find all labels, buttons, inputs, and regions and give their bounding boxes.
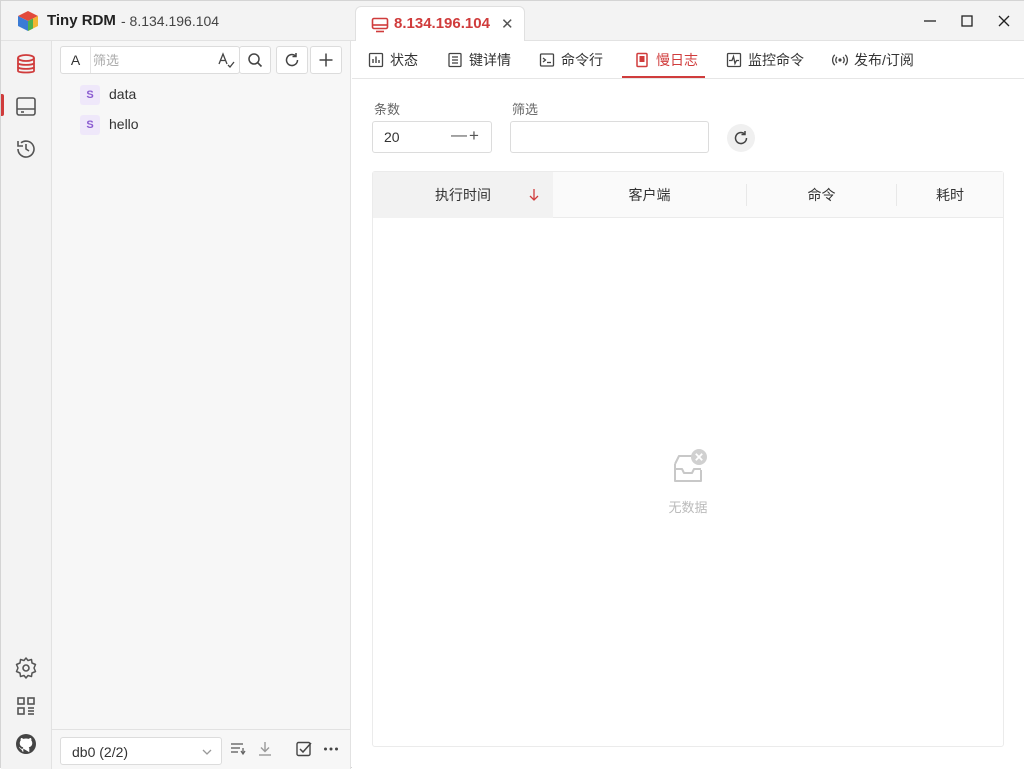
sort-list-icon[interactable] [229,740,247,758]
app-window: Tiny RDM - 8.134.196.104 8.134.196.104 ✕ [0,0,1024,769]
key-filter: A [60,46,240,74]
tab-cli-label: 命令行 [561,52,603,68]
sidebar-footer: db0 (2/2) [52,729,350,769]
server-list-icon[interactable] [13,94,39,120]
refresh-slowlog-button[interactable] [727,124,755,152]
string-type-badge: S [80,115,100,135]
tab-slow-log-label: 慢日志 [656,52,698,68]
database-icon[interactable] [13,52,39,78]
count-value: 20 [384,129,400,145]
tab-connection[interactable]: 8.134.196.104 ✕ [355,6,525,42]
app-connection-subtitle: - 8.134.196.104 [121,13,220,29]
key-name: data [109,86,137,102]
settings-icon[interactable] [13,655,39,681]
tab-pubsub[interactable]: 发布/订阅 [832,41,914,79]
increment-button[interactable]: + [469,126,479,146]
table-header: 执行时间 客户端 命令 耗时 [373,172,1003,218]
empty-state-text: 无数据 [668,500,708,515]
slowlog-table: 执行时间 客户端 命令 耗时 无数据 [372,171,1004,747]
column-label: 命令 [807,187,836,203]
reload-keys-button[interactable] [276,46,308,74]
refresh-icon [285,53,299,67]
key-filter-input[interactable] [93,50,213,70]
more-options-icon[interactable] [322,740,340,758]
maximize-icon[interactable] [955,9,979,33]
tab-status-label: 状态 [390,52,418,68]
tab-monitor[interactable]: 监控命令 [726,41,804,79]
pulse-icon [726,52,742,68]
active-indicator [1,94,4,116]
history-icon[interactable] [13,136,39,162]
count-input[interactable]: 20 — + [372,121,492,153]
log-book-icon [636,52,648,68]
activity-bar [1,41,52,769]
key-browser-sidebar: A S data [52,41,351,769]
slowlog-filter-input[interactable] [510,121,709,153]
tab-cli[interactable]: 命令行 [539,41,603,79]
column-label: 执行时间 [435,187,491,203]
tab-pubsub-label: 发布/订阅 [854,52,914,68]
search-icon [248,53,263,68]
server-icon [371,17,389,33]
checkbox-icon[interactable] [295,740,313,758]
tab-monitor-label: 监控命令 [748,52,804,68]
add-key-button[interactable] [310,46,342,74]
key-item[interactable]: S hello [80,113,340,137]
broadcast-icon [832,54,848,66]
close-window-icon[interactable] [992,9,1016,33]
column-header-command[interactable]: 命令 [747,172,896,218]
column-label: 耗时 [936,187,964,203]
key-item[interactable]: S data [80,83,340,107]
key-name: hello [109,116,139,132]
match-case-icon[interactable] [217,51,235,69]
string-type-badge: S [80,85,100,105]
github-icon[interactable] [13,731,39,757]
count-label: 条数 [374,102,401,117]
filter-label: 筛选 [512,102,539,117]
tab-slow-log[interactable]: 慢日志 [634,41,698,79]
minimize-icon[interactable] [918,9,942,33]
active-tab-underline [622,76,705,78]
app-title: Tiny RDM [47,12,116,29]
column-header-exec-time[interactable]: 执行时间 [373,172,553,218]
decrement-button[interactable]: — [451,127,467,145]
empty-inbox-icon [674,449,707,482]
column-label: 客户端 [628,187,671,203]
refresh-icon [734,131,748,145]
database-select-value: db0 (2/2) [72,744,129,760]
app-logo-icon [18,11,38,31]
download-icon[interactable] [256,740,274,758]
tab-key-detail[interactable]: 键详情 [447,41,511,79]
title-bar: Tiny RDM - 8.134.196.104 8.134.196.104 ✕ [1,1,1024,42]
empty-state: 无数据 [373,448,1003,516]
tab-status[interactable]: 状态 [368,41,418,79]
document-icon [448,52,462,68]
sort-down-arrow-icon [529,189,539,201]
terminal-icon [539,53,555,67]
chevron-down-icon [202,749,212,755]
search-button[interactable] [239,46,271,74]
column-header-duration[interactable]: 耗时 [897,172,1003,218]
main-panel: 状态 键详情 命令行 慢日志 监控命令 发布/订阅 条数 筛选 20 — + 执… [352,41,1024,769]
close-tab-icon[interactable]: ✕ [501,15,514,33]
column-header-client[interactable]: 客户端 [553,172,746,218]
apps-grid-icon[interactable] [13,693,39,719]
tab-key-detail-label: 键详情 [469,52,511,68]
plus-icon [319,53,333,67]
database-select[interactable]: db0 (2/2) [60,737,222,765]
status-chart-icon [368,52,384,68]
tab-label: 8.134.196.104 [394,15,490,32]
filter-type-button[interactable]: A [61,47,91,73]
subtab-bar: 状态 键详情 命令行 慢日志 监控命令 发布/订阅 [352,41,1024,79]
